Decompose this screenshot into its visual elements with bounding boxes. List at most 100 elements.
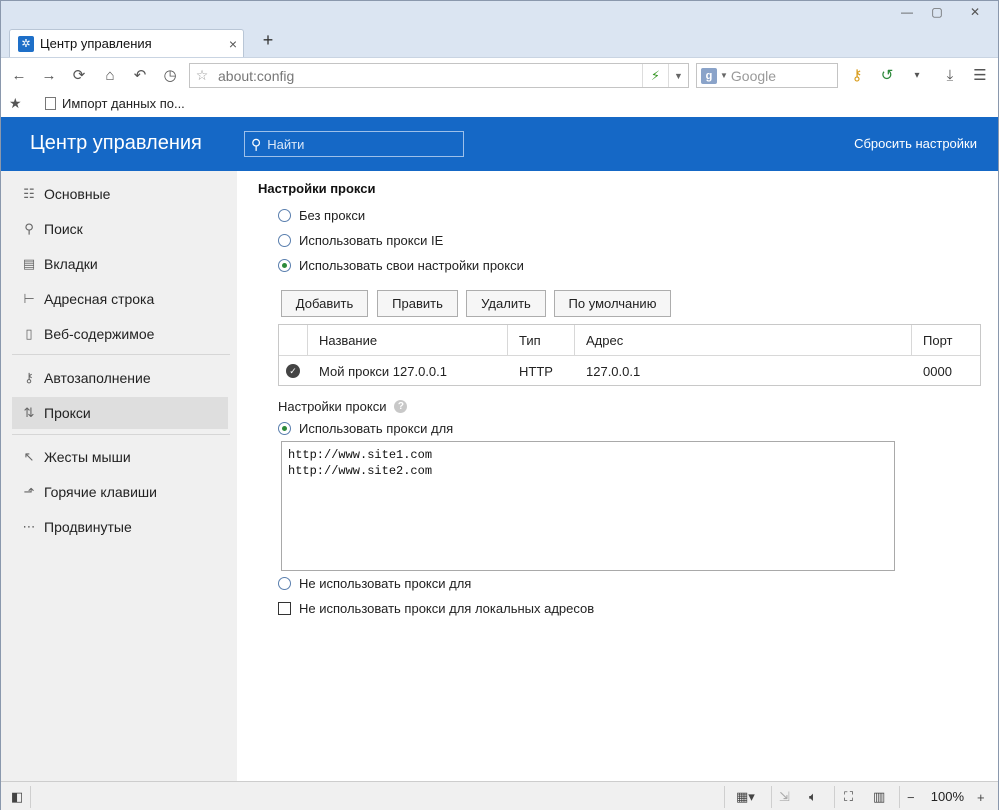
home-icon[interactable]: ⌂ <box>99 64 121 86</box>
bookmarks-bar: ★ Импорт данных по... <box>1 91 998 117</box>
sidebar-divider <box>12 354 230 355</box>
web-search-box[interactable]: g ▼ Google <box>696 63 838 88</box>
key-icon[interactable]: ⚷ <box>846 64 868 86</box>
sliders-icon: ☷ <box>23 186 35 201</box>
gear-icon: ✲ <box>18 35 34 52</box>
radio-button-selected[interactable] <box>278 422 291 435</box>
default-button[interactable]: По умолчанию <box>554 290 671 317</box>
maximize-button[interactable]: ▢ <box>922 1 952 23</box>
radio-button[interactable] <box>278 234 291 247</box>
radio-ie-proxy[interactable]: Использовать прокси IE <box>278 233 443 248</box>
volume-icon[interactable]: 🔈︎ <box>809 788 817 806</box>
sidebar: ☷ Основные ⚲ Поиск ▤ Вкладки ⊢ Адресная … <box>1 171 237 781</box>
checkbox[interactable] <box>278 602 291 615</box>
tab-title: Центр управления <box>40 36 152 51</box>
sidebar-item-label: Поиск <box>44 221 83 237</box>
subsection-label: Настройки прокси <box>278 399 387 414</box>
status-divider <box>834 786 835 808</box>
reader-mode-icon[interactable]: ▥ <box>873 788 885 806</box>
sidebar-item-label: Вкладки <box>44 256 98 272</box>
tab-close-button[interactable]: × <box>223 36 243 52</box>
radio-button[interactable] <box>278 209 291 222</box>
page-icon: ▯ <box>25 326 33 341</box>
proxy-site-line: http://www.site1.com <box>288 448 433 462</box>
page-capture-icon[interactable]: ⇲ <box>779 788 790 806</box>
radio-use-proxy-for[interactable]: Использовать прокси для <box>278 421 453 436</box>
status-divider <box>30 786 31 808</box>
column-header-type[interactable]: Тип <box>507 325 574 355</box>
proxy-plug-icon[interactable]: ⚡ <box>642 64 668 87</box>
radio-custom-proxy[interactable]: Использовать свои настройки прокси <box>278 258 524 273</box>
zoom-level[interactable]: 100% <box>931 789 964 804</box>
radio-not-use-proxy-for[interactable]: Не использовать прокси для <box>278 576 471 591</box>
ad-blocker-icon[interactable]: ↺ <box>876 64 898 86</box>
forward-icon[interactable]: → <box>38 64 60 86</box>
google-icon[interactable]: g <box>701 67 717 84</box>
sidebar-item-proxy[interactable]: ⇅ Прокси <box>12 397 228 429</box>
traffic-monitor-icon[interactable]: ▦▾ <box>736 788 755 806</box>
checkbox-local-addresses[interactable]: Не использовать прокси для локальных адр… <box>278 601 594 616</box>
column-header-port[interactable]: Порт <box>911 325 980 355</box>
url-dropdown-icon[interactable]: ▼ <box>668 64 688 87</box>
bookmark-star-icon[interactable]: ☆ <box>190 67 214 84</box>
column-header-address[interactable]: Адрес <box>574 325 911 355</box>
address-bar[interactable]: ☆ about:config ⚡ ▼ <box>189 63 689 88</box>
star-icon[interactable]: ★ <box>9 95 22 112</box>
back-icon[interactable]: ← <box>8 64 30 86</box>
sidebar-item-general[interactable]: ☷ Основные <box>12 178 228 210</box>
close-window-button[interactable]: ✕ <box>952 1 998 23</box>
search-input[interactable]: Google <box>731 68 776 84</box>
status-divider <box>771 786 772 808</box>
undo-close-icon[interactable]: ↶ <box>129 64 151 86</box>
edit-button[interactable]: Править <box>377 290 458 317</box>
add-button[interactable]: Добавить <box>281 290 368 317</box>
table-header: Название Тип Адрес Порт <box>279 325 980 356</box>
proxy-sites-textarea[interactable]: http://www.site1.com http://www.site2.com <box>281 441 895 571</box>
history-icon[interactable]: ◷ <box>159 64 181 86</box>
reload-icon[interactable]: ⟳ <box>68 64 90 86</box>
download-icon[interactable]: ⤓ <box>939 64 961 86</box>
radio-button-selected[interactable] <box>278 259 291 272</box>
sidebar-item-hotkeys[interactable]: ⬏ Горячие клавиши <box>12 476 228 508</box>
sidebar-item-tabs[interactable]: ▤ Вкладки <box>12 248 228 280</box>
check-icon[interactable]: ✓ <box>286 364 300 378</box>
proxy-icon: ⇅ <box>23 405 35 420</box>
radio-label: Использовать прокси IE <box>299 233 444 248</box>
sidebar-item-addressbar[interactable]: ⊢ Адресная строка <box>12 283 228 315</box>
fullscreen-icon[interactable]: ⛶ <box>844 788 853 806</box>
dots-icon: ⋯ <box>22 519 36 534</box>
radio-no-proxy[interactable]: Без прокси <box>278 208 365 223</box>
sidebar-item-mouse-gestures[interactable]: ↖ Жесты мыши <box>12 441 228 473</box>
sidebar-item-label: Жесты мыши <box>44 449 131 465</box>
checkbox-label: Не использовать прокси для локальных адр… <box>299 601 595 616</box>
column-header-name[interactable]: Название <box>307 325 507 355</box>
cell-type: HTTP <box>519 363 553 379</box>
hotkey-icon: ⬏ <box>23 484 35 499</box>
addressbar-icon: ⊢ <box>23 291 35 306</box>
delete-button[interactable]: Удалить <box>466 290 546 317</box>
settings-search-input[interactable]: ⚲ Найти <box>244 131 464 157</box>
cell-name: Мой прокси 127.0.0.1 <box>319 363 448 379</box>
tab-control-center[interactable]: ✲ Центр управления × <box>9 29 244 57</box>
menu-dropdown-icon[interactable]: ▾ <box>906 64 928 86</box>
minimize-button[interactable]: — <box>892 1 922 23</box>
zoom-out-icon[interactable]: − <box>907 788 915 806</box>
table-row[interactable]: ✓ Мой прокси 127.0.0.1 HTTP 127.0.0.1 00… <box>279 356 980 386</box>
page-title: Центр управления <box>30 132 202 154</box>
main-menu-icon[interactable]: ☰ <box>969 64 991 86</box>
url-input[interactable]: about:config <box>214 68 642 84</box>
sidebar-item-webcontent[interactable]: ▯ Веб-содержимое <box>12 318 228 350</box>
sidebar-item-search[interactable]: ⚲ Поиск <box>12 213 228 245</box>
navigation-bar: ← → ⟳ ⌂ ↶ ◷ ☆ about:config ⚡ ▼ g ▼ Googl… <box>1 57 998 91</box>
sidebar-item-label: Адресная строка <box>44 291 155 307</box>
sidebar-item-advanced[interactable]: ⋯ Продвинутые <box>12 511 228 543</box>
radio-button[interactable] <box>278 577 291 590</box>
zoom-in-icon[interactable]: + <box>977 788 985 806</box>
reset-settings-link[interactable]: Сбросить настройки <box>854 136 977 151</box>
sidebar-toggle-icon[interactable]: ◧ <box>11 788 23 806</box>
bookmark-import[interactable]: Импорт данных по... <box>45 96 185 111</box>
sidebar-item-autofill[interactable]: ⚷ Автозаполнение <box>12 362 228 394</box>
new-tab-button[interactable]: + <box>257 29 279 51</box>
search-engine-dropdown-icon[interactable]: ▼ <box>720 71 728 80</box>
help-icon[interactable]: ? <box>394 400 408 413</box>
